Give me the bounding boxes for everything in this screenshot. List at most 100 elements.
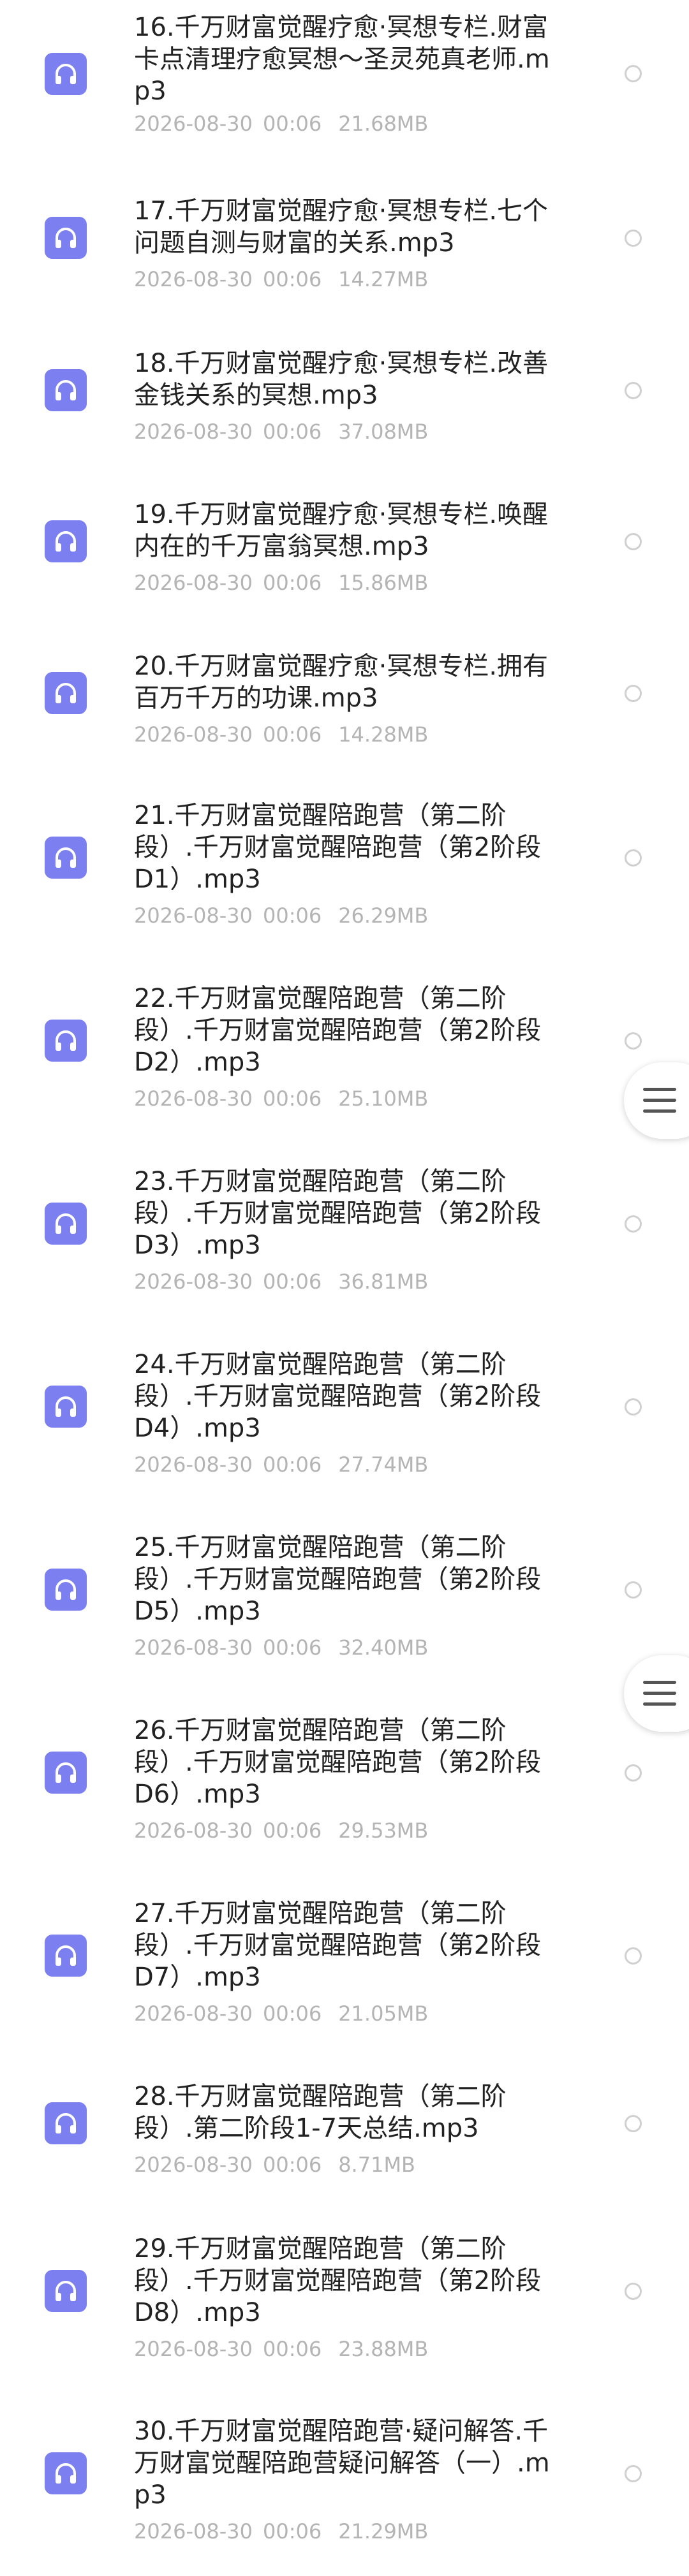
- headphones-icon: [45, 2102, 87, 2144]
- file-list: 16.千万财富觉醒疗愈·冥想专栏.财富卡点清理疗愈冥想～圣灵苑真老师.mp3 2…: [0, 0, 689, 2576]
- file-meta: 2026-08-30 00:06 23.88MB: [134, 2336, 428, 2362]
- select-radio[interactable]: [625, 1581, 642, 1599]
- select-radio[interactable]: [625, 65, 642, 82]
- select-radio[interactable]: [625, 1947, 642, 1965]
- headphones-icon: [45, 1386, 87, 1428]
- file-date: 2026-08-30: [134, 2337, 253, 2361]
- file-size: 32.40MB: [338, 1636, 429, 1660]
- file-meta: 2026-08-30 00:06 21.29MB: [134, 2519, 428, 2544]
- file-size: 37.08MB: [338, 420, 429, 444]
- headphones-icon: [45, 1569, 87, 1611]
- file-name: 17.千万财富觉醒疗愈·冥想专栏.七个问题自测与财富的关系.mp3: [134, 196, 549, 258]
- headphones-icon: [45, 672, 87, 714]
- file-meta: 2026-08-30 00:06 8.71MB: [134, 2152, 415, 2177]
- select-radio[interactable]: [625, 1764, 642, 1782]
- headphones-icon: [45, 369, 87, 411]
- select-radio[interactable]: [625, 533, 642, 550]
- file-name: 25.千万财富觉醒陪跑营（第二阶段）.千万财富觉醒陪跑营（第2阶段D5）.mp3: [134, 1533, 542, 1626]
- file-meta: 2026-08-30 00:06 25.10MB: [134, 1086, 428, 1111]
- hamburger-menu-icon: [643, 1088, 676, 1113]
- headphones-icon: [45, 520, 87, 562]
- file-date: 2026-08-30: [134, 2002, 253, 2026]
- file-time: 00:06: [262, 2002, 322, 2026]
- file-meta: 2026-08-30 00:06 21.68MB: [134, 111, 428, 136]
- file-name: 28.千万财富觉醒陪跑营（第二阶段）.第二阶段1-7天总结.mp3: [134, 2082, 507, 2143]
- headphones-icon: [45, 1752, 87, 1794]
- file-name: 24.千万财富觉醒陪跑营（第二阶段）.千万财富觉醒陪跑营（第2阶段D4）.mp3: [134, 1350, 542, 1443]
- file-size: 14.28MB: [338, 722, 429, 747]
- select-radio[interactable]: [625, 685, 642, 702]
- file-name: 26.千万财富觉醒陪跑营（第二阶段）.千万财富觉醒陪跑营（第2阶段D6）.mp3: [134, 1716, 542, 1809]
- file-size: 23.88MB: [338, 2337, 429, 2361]
- file-size: 27.74MB: [338, 1453, 429, 1477]
- file-meta: 2026-08-30 00:06 14.28MB: [134, 722, 428, 747]
- file-date: 2026-08-30: [134, 2519, 253, 2543]
- file-size: 8.71MB: [338, 2153, 415, 2177]
- select-radio[interactable]: [625, 2115, 642, 2132]
- file-meta: 2026-08-30 00:06 15.86MB: [134, 570, 428, 596]
- file-time: 00:06: [262, 1087, 322, 1111]
- file-meta: 2026-08-30 00:06 29.53MB: [134, 1818, 428, 1843]
- file-meta: 2026-08-30 00:06 32.40MB: [134, 1635, 428, 1660]
- file-size: 29.53MB: [338, 1819, 429, 1843]
- select-radio[interactable]: [625, 1398, 642, 1416]
- file-meta: 2026-08-30 00:06 37.08MB: [134, 419, 428, 444]
- select-radio[interactable]: [625, 2465, 642, 2482]
- file-date: 2026-08-30: [134, 1453, 253, 1477]
- select-radio[interactable]: [625, 230, 642, 247]
- file-date: 2026-08-30: [134, 1087, 253, 1111]
- file-date: 2026-08-30: [134, 1636, 253, 1660]
- file-name: 27.千万财富觉醒陪跑营（第二阶段）.千万财富觉醒陪跑营（第2阶段D7）.mp3: [134, 1899, 542, 1992]
- file-date: 2026-08-30: [134, 420, 253, 444]
- file-date: 2026-08-30: [134, 571, 253, 595]
- file-name: 21.千万财富觉醒陪跑营（第二阶段）.千万财富觉醒陪跑营（第2阶段D1）.mp3: [134, 801, 542, 894]
- file-size: 25.10MB: [338, 1087, 429, 1111]
- file-meta: 2026-08-30 00:06 14.27MB: [134, 267, 428, 292]
- headphones-icon: [45, 1935, 87, 1977]
- file-time: 00:06: [262, 2337, 322, 2361]
- file-name: 22.千万财富觉醒陪跑营（第二阶段）.千万财富觉醒陪跑营（第2阶段D2）.mp3: [134, 984, 542, 1077]
- file-date: 2026-08-30: [134, 267, 253, 291]
- select-radio[interactable]: [625, 849, 642, 867]
- file-time: 00:06: [262, 2153, 322, 2177]
- file-size: 26.29MB: [338, 904, 429, 928]
- file-time: 00:06: [262, 1819, 322, 1843]
- file-time: 00:06: [262, 2519, 322, 2543]
- file-time: 00:06: [262, 1270, 322, 1294]
- file-date: 2026-08-30: [134, 1270, 253, 1294]
- file-date: 2026-08-30: [134, 1819, 253, 1843]
- file-time: 00:06: [262, 420, 322, 444]
- file-time: 00:06: [262, 267, 322, 291]
- hamburger-menu-icon: [643, 1681, 676, 1706]
- file-time: 00:06: [262, 904, 322, 928]
- file-meta: 2026-08-30 00:06 26.29MB: [134, 903, 428, 928]
- file-size: 14.27MB: [338, 267, 429, 291]
- select-radio[interactable]: [625, 2283, 642, 2300]
- select-radio[interactable]: [625, 382, 642, 399]
- headphones-icon: [45, 2270, 87, 2312]
- headphones-icon: [45, 837, 87, 879]
- file-date: 2026-08-30: [134, 2153, 253, 2177]
- file-size: 36.81MB: [338, 1270, 429, 1294]
- headphones-icon: [45, 53, 87, 95]
- select-radio[interactable]: [625, 1215, 642, 1233]
- headphones-icon: [45, 1020, 87, 1062]
- file-meta: 2026-08-30 00:06 27.74MB: [134, 1452, 428, 1477]
- headphones-icon: [45, 2452, 87, 2494]
- file-size: 21.68MB: [338, 112, 429, 136]
- file-name: 20.千万财富觉醒疗愈·冥想专栏.拥有百万千万的功课.mp3: [134, 652, 549, 713]
- file-time: 00:06: [262, 571, 322, 595]
- file-date: 2026-08-30: [134, 904, 253, 928]
- file-size: 21.29MB: [338, 2519, 429, 2543]
- file-time: 00:06: [262, 112, 322, 136]
- file-name: 23.千万财富觉醒陪跑营（第二阶段）.千万财富觉醒陪跑营（第2阶段D3）.mp3: [134, 1167, 542, 1260]
- file-name: 19.千万财富觉醒疗愈·冥想专栏.唤醒内在的千万富翁冥想.mp3: [134, 500, 549, 561]
- headphones-icon: [45, 217, 87, 259]
- select-radio[interactable]: [625, 1032, 642, 1050]
- file-name: 18.千万财富觉醒疗愈·冥想专栏.改善金钱关系的冥想.mp3: [134, 349, 549, 410]
- file-name: 29.千万财富觉醒陪跑营（第二阶段）.千万财富觉醒陪跑营（第2阶段D8）.mp3: [134, 2234, 542, 2327]
- file-meta: 2026-08-30 00:06 21.05MB: [134, 2001, 428, 2026]
- headphones-icon: [45, 1203, 87, 1245]
- file-meta: 2026-08-30 00:06 36.81MB: [134, 1269, 428, 1294]
- file-size: 15.86MB: [338, 571, 429, 595]
